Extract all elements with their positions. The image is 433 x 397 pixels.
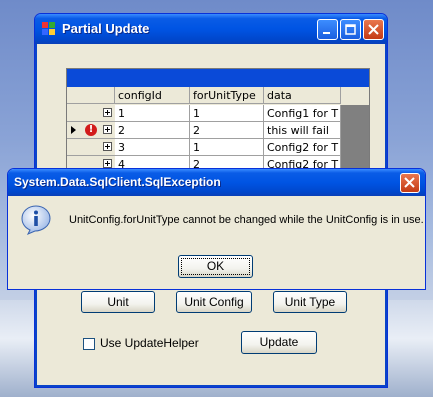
expand-icon[interactable]: [103, 159, 112, 168]
column-header-data[interactable]: data: [264, 87, 341, 104]
expand-icon[interactable]: [103, 142, 112, 151]
unit-type-button[interactable]: Unit Type: [273, 291, 347, 313]
table-row[interactable]: ! 2 2 this will fail: [67, 122, 341, 139]
ok-button[interactable]: OK: [178, 255, 253, 278]
grid-caption-bar: [67, 69, 369, 87]
app-icon: [42, 22, 56, 36]
cell-data[interactable]: this will fail: [264, 122, 341, 139]
title-bar[interactable]: Partial Update: [35, 14, 387, 44]
row-header[interactable]: !: [67, 122, 115, 139]
maximize-icon: [345, 24, 356, 35]
unit-button[interactable]: Unit: [81, 291, 155, 313]
cell-configId[interactable]: 1: [115, 105, 190, 122]
current-row-arrow-icon: [71, 126, 76, 134]
table-row[interactable]: 1 1 Config1 for T: [67, 105, 341, 122]
table-row[interactable]: 3 1 Config2 for T: [67, 139, 341, 156]
column-header-configId[interactable]: configId: [115, 87, 190, 104]
dialog-title-bar[interactable]: System.Data.SqlClient.SqlException: [8, 169, 425, 196]
column-header-forUnitType[interactable]: forUnitType: [190, 87, 264, 104]
cell-data[interactable]: Config2 for T: [264, 139, 341, 156]
exception-dialog: System.Data.SqlClient.SqlException UnitC…: [7, 168, 426, 290]
data-grid[interactable]: configId forUnitType data 1 1 Config1 fo…: [66, 68, 370, 175]
close-button[interactable]: [363, 19, 384, 40]
window-title: Partial Update: [62, 21, 150, 36]
dialog-message: UnitConfig.forUnitType cannot be changed…: [69, 214, 424, 226]
expand-icon[interactable]: [103, 125, 112, 134]
cell-configId[interactable]: 2: [115, 122, 190, 139]
row-header-corner: [67, 87, 115, 104]
expand-icon[interactable]: [103, 108, 112, 117]
update-button[interactable]: Update: [241, 331, 317, 354]
information-icon: [21, 205, 51, 235]
minimize-button[interactable]: [317, 19, 338, 40]
cell-configId[interactable]: 3: [115, 139, 190, 156]
cell-data[interactable]: Config1 for T: [264, 105, 341, 122]
minimize-icon: [323, 32, 330, 34]
close-icon: [404, 177, 415, 188]
grid-header-row: configId forUnitType data: [67, 87, 369, 105]
cell-forUnitType[interactable]: 2: [190, 122, 264, 139]
use-updatehelper-label: Use UpdateHelper: [100, 336, 199, 350]
row-header[interactable]: [67, 139, 115, 156]
error-icon: !: [85, 124, 97, 136]
cell-forUnitType[interactable]: 1: [190, 139, 264, 156]
row-header[interactable]: [67, 105, 115, 122]
close-icon: [368, 24, 379, 35]
use-updatehelper-checkbox[interactable]: [83, 338, 95, 350]
unit-config-button[interactable]: Unit Config: [176, 291, 252, 313]
cell-forUnitType[interactable]: 1: [190, 105, 264, 122]
maximize-button[interactable]: [340, 19, 361, 40]
dialog-close-button[interactable]: [400, 173, 420, 193]
dialog-title: System.Data.SqlClient.SqlException: [14, 175, 221, 189]
